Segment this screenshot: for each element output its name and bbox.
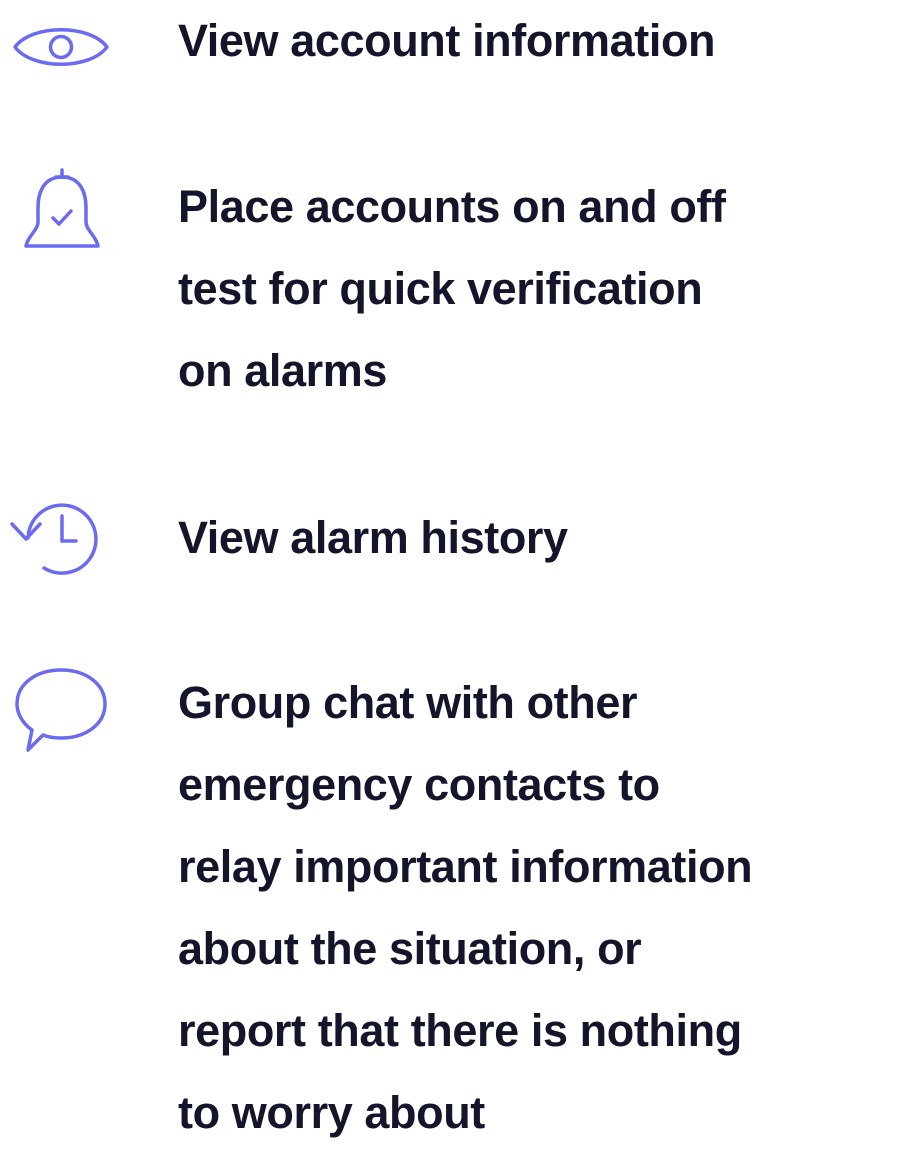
feature-line: View account information [178, 15, 716, 66]
feature-line: on alarms [178, 345, 387, 396]
bell-check-icon [22, 166, 102, 252]
eye-icon [12, 22, 110, 72]
feature-text: View account information [178, 0, 716, 82]
feature-line: report that there is nothing [178, 1005, 742, 1056]
feature-line: View alarm history [178, 512, 568, 563]
feature-list: View account information Place accounts … [0, 0, 899, 1144]
feature-text: Group chat with other emergency contacts… [178, 662, 753, 1154]
feature-line: Group chat with other [178, 677, 638, 728]
history-icon [6, 494, 104, 580]
feature-line: to worry about [178, 1087, 485, 1138]
feature-line: emergency contacts to [178, 759, 660, 810]
feature-line: test for quick verification [178, 263, 703, 314]
feature-line: about the situation, or [178, 923, 642, 974]
feature-line: relay important information [178, 841, 753, 892]
feature-line: Place accounts on and off [178, 181, 726, 232]
feature-text: View alarm history [178, 497, 568, 579]
feature-text: Place accounts on and off test for quick… [178, 166, 726, 412]
chat-bubble-icon [14, 666, 108, 756]
